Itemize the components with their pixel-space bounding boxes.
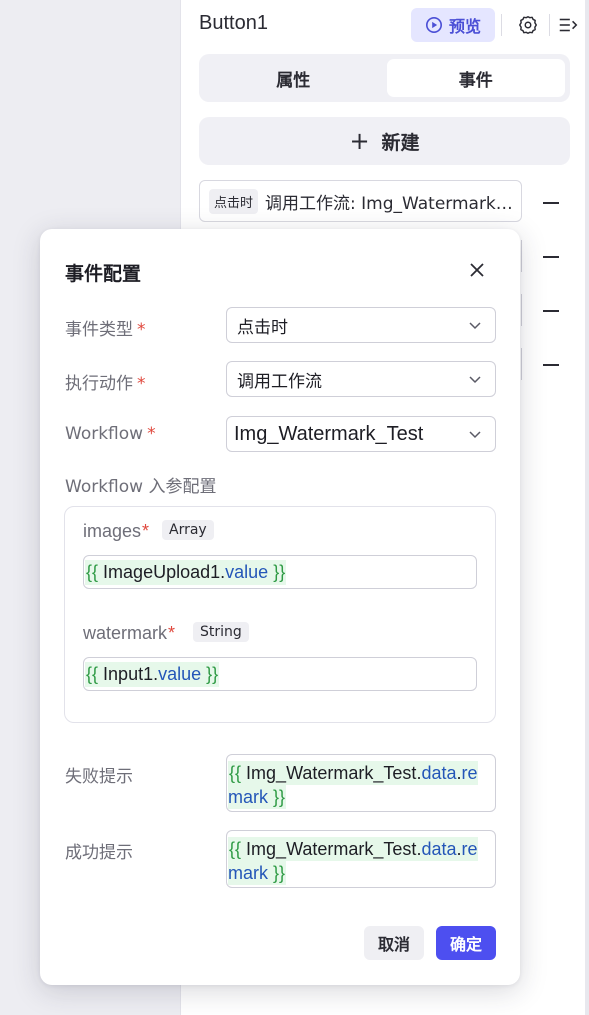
event-type-select[interactable]: 点击时 [226, 307, 496, 343]
collapse-panel-icon[interactable] [557, 14, 579, 36]
param-name-text: watermark [83, 623, 168, 643]
chevron-down-icon [469, 431, 481, 439]
confirm-button[interactable]: 确定 [436, 926, 496, 960]
dialog-title: 事件配置 [65, 263, 142, 285]
panel-tabs: 属性 事件 [199, 54, 570, 102]
success-tip-label: 成功提示 [65, 843, 133, 863]
expression-chip: {{ Img_Watermark_Test.data.remark }} [228, 761, 478, 809]
expression-chip: {{ Img_Watermark_Test.data.remark }} [228, 837, 478, 885]
panel-header: Button1 预览 [199, 8, 579, 42]
expression-chip: {{ ImageUpload1.value }} [85, 559, 287, 585]
action-label: 执行动作 * [65, 369, 146, 394]
component-name: Button1 [199, 12, 268, 34]
tab-properties[interactable]: 属性 [204, 59, 383, 97]
cancel-button[interactable]: 取消 [364, 926, 424, 960]
event-type-label: 事件类型 * [65, 315, 146, 340]
tab-events[interactable]: 事件 [386, 59, 565, 97]
workflow-label: Workflow * [65, 424, 156, 444]
expr-object: Input1 [103, 663, 154, 684]
expr-brace: {{ [229, 839, 242, 859]
workflow-value: Img_Watermark_Test [234, 422, 424, 445]
action-value: 调用工作流 [237, 371, 322, 392]
required-mark: * [137, 320, 146, 340]
new-event-label: 新建 [381, 131, 420, 154]
event-description: 调用工作流: Img_Watermark_Test [265, 193, 521, 214]
expr-property: value [225, 561, 269, 582]
preview-label: 预览 [448, 17, 481, 36]
expr-property: value [158, 663, 202, 684]
chevron-down-icon [469, 376, 481, 384]
required-mark: * [147, 424, 156, 444]
remove-event-icon[interactable] [543, 364, 559, 366]
action-select[interactable]: 调用工作流 [226, 361, 496, 397]
fail-tip-label: 失败提示 [65, 767, 133, 787]
param-name-images: images* [83, 521, 149, 542]
play-circle-icon [425, 16, 442, 34]
success-tip-input[interactable]: {{ Img_Watermark_Test.data.remark }} [226, 830, 496, 888]
remove-event-icon[interactable] [543, 256, 559, 258]
workflow-params-group: images* Array {{ ImageUpload1.value }} w… [64, 506, 496, 723]
param-watermark-input[interactable]: {{ Input1.value }} [83, 657, 477, 691]
event-type-value: 点击时 [237, 317, 288, 338]
fail-tip-input[interactable]: {{ Img_Watermark_Test.data.remark }} [226, 754, 496, 812]
param-images-input[interactable]: {{ ImageUpload1.value }} [83, 555, 477, 589]
expr-brace: }} [273, 787, 286, 807]
workflow-label-text: Workflow [65, 424, 144, 444]
expr-brace: }} [273, 561, 286, 582]
param-name-text: images [83, 521, 142, 541]
new-event-button[interactable]: + 新建 [199, 117, 570, 165]
param-name-watermark: watermark* [83, 623, 175, 644]
expr-brace: {{ [86, 663, 99, 684]
expr-brace: {{ [229, 763, 242, 783]
param-type-tag: Array [162, 520, 214, 540]
expr-brace: }} [273, 863, 286, 883]
preview-button[interactable]: 预览 [411, 8, 495, 42]
action-label-text: 执行动作 [65, 374, 133, 394]
divider [549, 14, 550, 36]
divider [501, 14, 502, 36]
chevron-down-icon [469, 322, 481, 330]
workflow-select[interactable]: Img_Watermark_Test [226, 416, 496, 452]
expr-property: data [421, 763, 457, 783]
workflow-params-title: Workflow 入参配置 [65, 477, 217, 497]
expr-object: Img_Watermark_Test [246, 839, 417, 859]
gear-icon[interactable] [517, 14, 539, 36]
event-config-dialog: 事件配置 事件类型 * 点击时 执行动作 * 调用工作流 Workflow * Img… [40, 229, 520, 985]
close-icon[interactable] [468, 261, 486, 279]
expr-brace: }} [206, 663, 219, 684]
expr-brace: {{ [86, 561, 99, 582]
required-mark: * [142, 521, 150, 541]
trigger-tag: 点击时 [209, 188, 259, 214]
plus-icon: + [349, 127, 370, 155]
remove-event-icon[interactable] [543, 310, 559, 312]
expression-chip: {{ Input1.value }} [85, 661, 220, 687]
expr-object: Img_Watermark_Test [246, 763, 417, 783]
remove-event-icon[interactable] [543, 202, 559, 204]
required-mark: * [137, 374, 146, 394]
required-mark: * [168, 623, 176, 643]
scrollbar[interactable] [585, 0, 589, 1015]
expr-property: data [421, 839, 457, 859]
event-item[interactable]: 点击时 调用工作流: Img_Watermark_Test [199, 180, 522, 222]
param-type-tag: String [193, 622, 249, 642]
event-type-label-text: 事件类型 [65, 320, 133, 340]
expr-object: ImageUpload1 [103, 561, 221, 582]
